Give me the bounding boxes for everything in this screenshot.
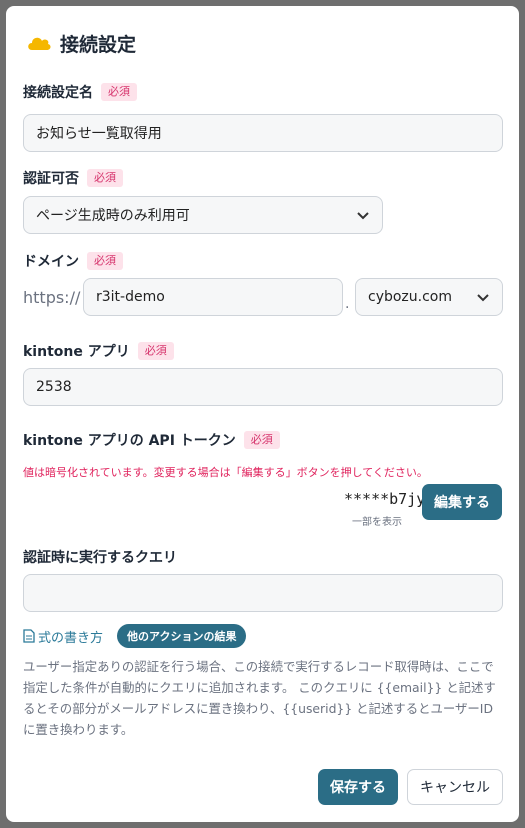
subdomain-value: r3it-demo — [96, 289, 165, 305]
app-label-row: kintone アプリ 必須 — [23, 341, 174, 361]
app-id-value: 2538 — [36, 379, 72, 395]
required-badge: 必須 — [101, 83, 137, 101]
connection-name-value: お知らせ一覧取得用 — [36, 126, 162, 142]
domain-label-row: ドメイン 必須 — [23, 251, 123, 271]
dialog-header: 接続設定 — [26, 28, 136, 58]
query-description: ユーザー指定ありの認証を行う場合、この接続で実行するレコード取得時は、ここで指定… — [23, 659, 496, 737]
connection-name-label-row: 接続設定名 必須 — [23, 82, 137, 102]
auth-selected-value: ページ生成時のみ利用可 — [36, 208, 190, 224]
required-badge: 必須 — [137, 342, 174, 360]
app-id-input[interactable]: 2538 — [23, 368, 503, 406]
query-label: 認証時に実行するクエリ — [23, 550, 177, 566]
required-badge: 必須 — [87, 252, 123, 270]
query-input[interactable] — [23, 574, 503, 612]
cancel-button[interactable]: キャンセル — [407, 769, 503, 805]
required-badge: 必須 — [243, 431, 280, 449]
app-label: kintone アプリ — [23, 344, 130, 360]
save-button[interactable]: 保存する — [318, 769, 398, 805]
domain-selected-value: cybozu.com — [368, 289, 453, 305]
token-partial-hint: 一部を表示 — [352, 517, 402, 528]
connection-name-label: 接続設定名 — [23, 85, 93, 101]
domain-select[interactable]: cybozu.com — [355, 278, 503, 316]
dialog-title: 接続設定 — [60, 33, 137, 56]
query-help-row: 式の書き方 他のアクションの結果 — [23, 624, 247, 648]
connection-settings-dialog: 接続設定 接続設定名 必須 お知らせ一覧取得用 認証可否 必須 ページ生成時のみ… — [6, 6, 519, 822]
auth-select[interactable]: ページ生成時のみ利用可 — [23, 196, 383, 234]
required-badge: 必須 — [87, 169, 123, 187]
chevron-down-icon — [357, 212, 369, 220]
token-label: kintone アプリの API トークン — [23, 433, 236, 449]
auth-label: 認証可否 — [23, 171, 79, 187]
auth-label-row: 認証可否 必須 — [23, 168, 123, 188]
token-label-row: kintone アプリの API トークン 必須 — [23, 430, 280, 450]
formula-help-link[interactable]: 式の書き方 — [38, 627, 103, 646]
domain-prefix: https:// — [23, 288, 81, 307]
domain-label: ドメイン — [23, 254, 79, 270]
token-encryption-note: 値は暗号化されています。変更する場合は「編集する」ボタンを押してください。 — [23, 466, 428, 479]
token-masked-value: *****b7jy — [344, 490, 426, 508]
cloud-icon — [28, 37, 51, 50]
chevron-down-icon — [477, 294, 489, 302]
document-icon — [23, 629, 35, 643]
query-label-row: 認証時に実行するクエリ — [23, 547, 177, 567]
edit-token-button[interactable]: 編集する — [422, 484, 502, 520]
connection-name-input[interactable]: お知らせ一覧取得用 — [23, 114, 503, 152]
subdomain-input[interactable]: r3it-demo — [83, 278, 343, 316]
other-action-results-button[interactable]: 他のアクションの結果 — [117, 624, 247, 648]
domain-separator: . — [345, 296, 350, 312]
